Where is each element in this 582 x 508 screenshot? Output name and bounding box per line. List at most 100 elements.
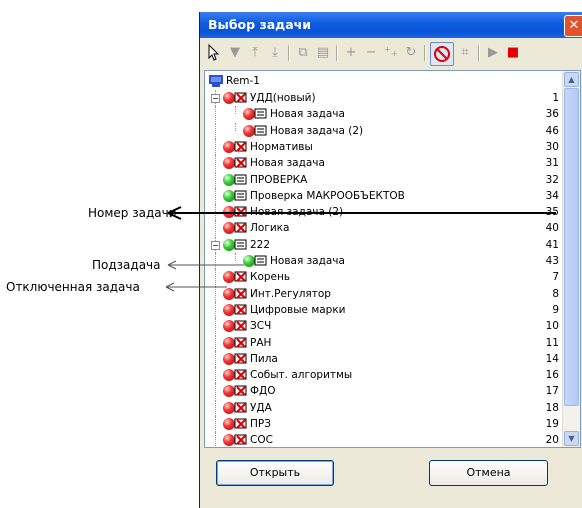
tree-row[interactable]: Новая задача 31 (205, 155, 563, 172)
task-icon (234, 190, 248, 202)
remove-icon[interactable]: − (362, 44, 380, 62)
tree-row-number: 36 (545, 108, 559, 121)
tree-row[interactable]: Нормативы 30 (205, 138, 563, 155)
tree-row-label: Инт.Регулятор (250, 287, 331, 300)
tree-row-number: 40 (545, 222, 559, 235)
subtask-arrowhead (167, 260, 177, 270)
red-task-icon (234, 337, 248, 349)
vertical-scrollbar[interactable]: ▲ ▼ (562, 71, 580, 447)
tree-row-number: 35 (545, 206, 559, 219)
move-bottom-icon[interactable]: ⤓ (266, 44, 284, 62)
tree-row-label: Логика (250, 222, 290, 235)
disable-icon[interactable] (430, 42, 454, 66)
tree-row[interactable]: РАН 11 (205, 334, 563, 351)
close-button[interactable]: ✕ (564, 15, 582, 37)
tree-row-label: Проверка МАКРООБЪЕКТОВ (250, 189, 405, 202)
tree-row-number: 17 (545, 385, 559, 398)
copy-icon[interactable]: ⧉ (294, 44, 312, 62)
tree-line (215, 301, 216, 318)
collapse-icon[interactable]: − (211, 94, 220, 103)
tree-line (215, 399, 216, 416)
paste-icon[interactable]: ▤ (314, 44, 332, 62)
pointer-icon[interactable] (206, 43, 224, 62)
tree-row-label: 222 (250, 238, 271, 251)
cancel-button[interactable]: Отмена (429, 460, 548, 486)
add-icon[interactable]: + (342, 44, 360, 62)
tree-line (215, 334, 216, 351)
open-button[interactable]: Открыть (216, 460, 334, 486)
tree-line (215, 383, 216, 400)
tree-line (215, 350, 216, 367)
tree-row-label: Цифровые марки (250, 303, 346, 316)
tree-row[interactable]: СОС 20 (205, 432, 563, 447)
root-label: Rem-1 (226, 75, 260, 87)
tree-row[interactable]: Логика 40 (205, 220, 563, 237)
refresh-icon[interactable]: ↻ (402, 44, 420, 62)
red-task-icon (234, 271, 248, 283)
run-icon[interactable]: ▶ (484, 44, 502, 62)
tree-line (215, 138, 216, 155)
tree-line (215, 155, 216, 172)
tree-line (215, 187, 216, 204)
tree-row[interactable]: − 222 41 (205, 236, 563, 253)
stop-icon[interactable]: ■ (504, 44, 522, 62)
red-task-icon (234, 385, 248, 397)
tree-row[interactable]: Новая задача 43 (205, 253, 563, 269)
toolbar-separator (424, 45, 426, 61)
tree-row[interactable]: Новая задача 36 (205, 106, 563, 123)
tree-row[interactable]: ПРОВЕРКА 32 (205, 171, 563, 188)
tree-line (215, 416, 216, 432)
red-task-icon (234, 141, 248, 153)
tree-line (215, 285, 216, 302)
tree-row-label: Новая задача (2) (250, 206, 344, 219)
red-task-icon (234, 304, 248, 316)
tree-row[interactable]: Событ. алгоритмы 16 (205, 367, 563, 384)
tree-row[interactable]: Пила 14 (205, 350, 563, 367)
tree-line (215, 269, 216, 286)
tree-line (215, 318, 216, 335)
toolbar: ▼ ⤒ ⤓ ⧉ ▤ + − ⁺₊ ↻ ⌗ ▶ ■ (204, 40, 582, 68)
move-down-icon[interactable]: ▼ (226, 44, 244, 62)
tree-row-number: 7 (552, 271, 559, 284)
tree-row-number: 9 (552, 303, 559, 316)
scroll-down-button[interactable]: ▼ (564, 431, 579, 446)
task-tree[interactable]: Rem-1 − УДД(новый) 1 Новая задача 36 Новая за… (204, 70, 581, 448)
tree-line (215, 220, 216, 237)
tree-row[interactable]: ФДО 17 (205, 383, 563, 400)
tree-row-label: ФДО (250, 385, 276, 398)
tree-row-number: 11 (545, 336, 559, 349)
tree-row[interactable]: Новая задача (2) 46 (205, 122, 563, 139)
tree-line (235, 253, 236, 261)
tree-row-number: 46 (545, 124, 559, 137)
tree-row[interactable]: Инт.Регулятор 8 (205, 285, 563, 302)
tree-row[interactable]: Проверка МАКРООБЪЕКТОВ 34 (205, 187, 563, 204)
move-top-icon[interactable]: ⤒ (246, 44, 264, 62)
tree-row-label: СОС (250, 434, 273, 447)
tree-row[interactable]: ПРЗ 19 (205, 416, 563, 432)
tree-root[interactable]: Rem-1 (205, 73, 563, 89)
tree-row[interactable]: − УДД(новый) 1 (205, 90, 563, 106)
tree-row-number: 18 (545, 401, 559, 414)
tree-row-number: 10 (545, 320, 559, 333)
tree-row-number: 14 (545, 352, 559, 365)
tree-line (215, 432, 216, 447)
tree-row[interactable]: ЗСЧ 10 (205, 318, 563, 335)
red-task-icon (234, 369, 248, 381)
scroll-up-button[interactable]: ▲ (564, 72, 579, 87)
scroll-thumb[interactable] (564, 88, 579, 406)
tree-row[interactable]: УДА 18 (205, 399, 563, 416)
tree-row[interactable]: Цифровые марки 9 (205, 301, 563, 318)
tree-line (235, 122, 236, 131)
tree-row[interactable]: Новая задача (2) 35 (205, 204, 563, 221)
red-task-icon (234, 320, 248, 332)
tree-row[interactable]: Корень 7 (205, 269, 563, 286)
tree-row-label: Пила (250, 352, 278, 365)
tree-row-number: 30 (545, 140, 559, 153)
pointer-task-icon[interactable]: ⌗ (456, 44, 474, 62)
task-icon (254, 255, 268, 267)
disabled-task-arrowhead (165, 282, 175, 292)
collapse-icon[interactable]: − (211, 240, 220, 250)
add-subtask-icon[interactable]: ⁺₊ (382, 44, 400, 62)
task-icon (234, 174, 248, 186)
red-task-icon (234, 288, 248, 300)
